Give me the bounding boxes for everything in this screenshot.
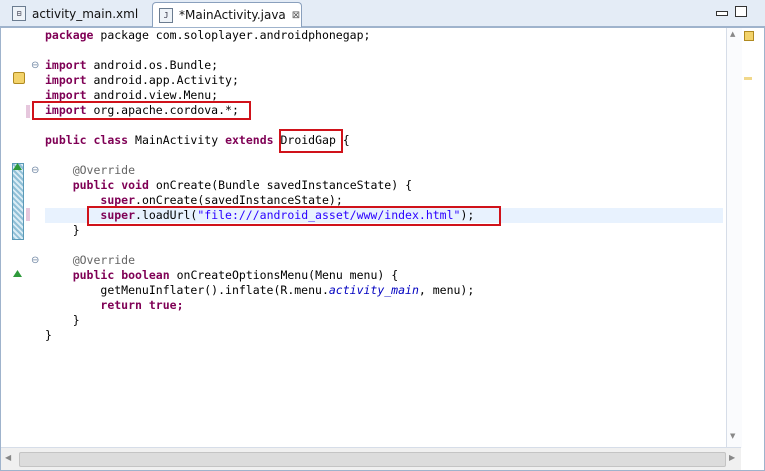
class-name: MainActivity [135, 133, 219, 147]
import-statement: android.view.Menu; [93, 88, 219, 102]
folding-ruler: ⊖ ⊖ ⊖ [30, 28, 42, 448]
import-statement: android.os.Bundle; [93, 58, 219, 72]
tab-label: activity_main.xml [32, 6, 139, 21]
field-reference: activity_main [328, 283, 419, 297]
fold-collapse-icon[interactable]: ⊖ [31, 60, 39, 71]
method-signature: onCreate(Bundle savedInstanceState) { [155, 178, 413, 192]
left-ruler [9, 28, 30, 448]
code-line: package package com.soloplayer.androidph… [45, 28, 371, 42]
tab-label: *MainActivity.java [179, 8, 286, 22]
scroll-up-icon[interactable]: ▲ [730, 30, 735, 38]
method-call: onCreate(savedInstanceState); [141, 193, 343, 207]
overview-marker[interactable] [744, 77, 752, 80]
overview-ruler [742, 28, 764, 448]
callout-droidgap [279, 129, 343, 153]
tab-activity-main-xml[interactable]: ⊟ activity_main.xml [6, 2, 150, 25]
code-editor[interactable]: ⊖ ⊖ ⊖ package package com.soloplayer.and… [0, 27, 765, 471]
override-indicator-icon[interactable] [12, 268, 23, 279]
horizontal-scrollbar[interactable]: ◀ ▶ [1, 447, 741, 470]
code-line: public void onCreate(Bundle savedInstanc… [72, 178, 413, 192]
code-line: return true; [100, 298, 184, 312]
scroll-right-icon[interactable]: ▶ [729, 453, 735, 462]
method-signature: onCreateOptionsMenu(Menu menu) { [176, 268, 399, 282]
change-ruler-bar [12, 163, 24, 240]
xml-file-icon: ⊟ [12, 6, 26, 21]
code-line: public boolean onCreateOptionsMenu(Menu … [72, 268, 399, 282]
maximize-button[interactable] [735, 6, 747, 17]
code-line: import android.app.Activity; [45, 73, 239, 87]
return-value: true; [148, 298, 184, 312]
fold-collapse-icon[interactable]: ⊖ [31, 165, 39, 176]
annotation: @Override [72, 253, 136, 267]
vertical-scrollbar[interactable]: ▲ ▼ [726, 28, 742, 448]
overview-warning-icon[interactable] [744, 31, 754, 41]
java-file-icon: J [159, 7, 173, 23]
annotation: @Override [72, 163, 136, 177]
warning-icon[interactable] [13, 72, 25, 84]
package-declaration: package com.soloplayer.androidphonegap; [100, 28, 371, 42]
code-line: import android.os.Bundle; [45, 58, 219, 72]
punctuation: , menu); [418, 283, 475, 297]
code-line: } [45, 313, 80, 327]
callout-loadurl [87, 206, 501, 226]
code-line: getMenuInflater().inflate(R.menu.activit… [45, 283, 474, 298]
code-line: } [45, 223, 80, 237]
tab-main-activity-java[interactable]: J *MainActivity.java ⊠ [152, 2, 302, 27]
scroll-left-icon[interactable]: ◀ [5, 453, 11, 462]
fold-collapse-icon[interactable]: ⊖ [31, 255, 39, 266]
code-line: @Override [45, 253, 135, 268]
code-line: @Override [45, 163, 135, 178]
editor-tab-bar: ⊟ activity_main.xml J *MainActivity.java… [0, 0, 765, 27]
minimize-button[interactable] [716, 11, 728, 16]
override-indicator-icon[interactable] [12, 161, 23, 172]
callout-import-cordova [32, 101, 251, 120]
scroll-thumb[interactable] [19, 452, 726, 467]
import-statement: android.app.Activity; [93, 73, 239, 87]
code-line: } [45, 328, 52, 342]
scroll-down-icon[interactable]: ▼ [730, 432, 735, 440]
close-icon[interactable]: ⊠ [292, 10, 300, 21]
method-call: getMenuInflater().inflate(R.menu. [100, 283, 329, 297]
